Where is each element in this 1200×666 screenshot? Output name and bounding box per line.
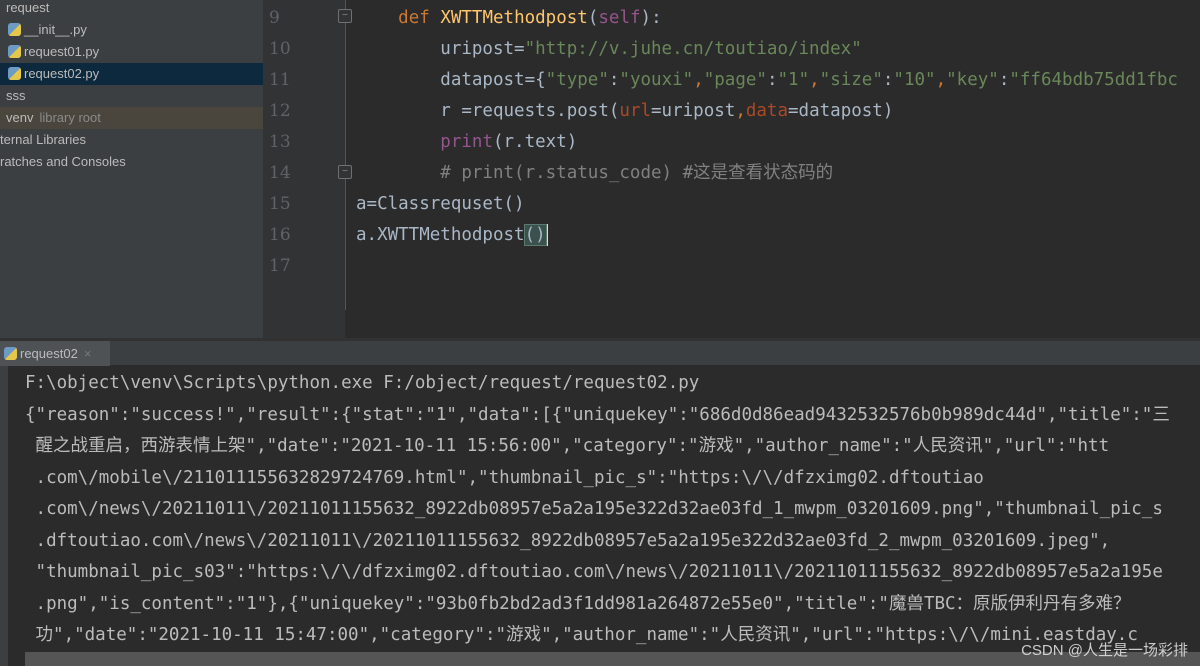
code-line: uripost="http://v.juhe.cn/toutiao/index" xyxy=(356,34,862,65)
code-token: url xyxy=(619,101,652,121)
tree-item[interactable]: request01.py xyxy=(0,41,263,63)
code-token: : xyxy=(882,70,894,90)
line-number: 9 xyxy=(269,8,280,28)
code-editor[interactable]: 9 10 11 12 13 14 15 16 17 − − def XWTTMethodpost… xyxy=(263,0,1200,338)
console-line: {"reason":"success!","result":{"stat":"1… xyxy=(25,404,1170,425)
line-number: 16 xyxy=(269,225,291,245)
code-token: ): xyxy=(640,8,662,28)
code-token: def xyxy=(398,8,441,28)
code-token: a.XWTTMethodpost xyxy=(356,225,525,245)
run-console[interactable]: F:\object\venv\Scripts\python.exe F:/obj… xyxy=(0,366,1200,666)
code-token: , xyxy=(693,70,704,90)
code-token: a=Classrequset() xyxy=(356,194,525,214)
code-token: datapost={ xyxy=(356,70,546,90)
console-line: .com\/news\/20211011\/20211011155632_892… xyxy=(25,499,1163,519)
close-tab-icon[interactable]: × xyxy=(84,346,92,361)
tree-item[interactable]: request xyxy=(0,0,263,19)
code-token: , xyxy=(935,70,947,90)
tree-item-label: ratches and Consoles xyxy=(0,154,126,169)
code-token: "10" xyxy=(893,70,936,90)
python-file-icon xyxy=(8,45,21,58)
tree-item-label: request02.py xyxy=(24,66,100,81)
code-token: "ff64bdb75dd1fbc xyxy=(1009,70,1178,90)
code-token: =datapost) xyxy=(788,101,894,121)
code-line: # print(r.status_code) #这是查看状态码的 xyxy=(356,158,833,189)
code-token: r =requests.post( xyxy=(356,101,620,121)
python-file-icon xyxy=(8,67,21,80)
console-line: .png","is_content":"1"},{"uniquekey":"93… xyxy=(25,593,1131,614)
code-token: () xyxy=(523,224,547,246)
code-token: print xyxy=(440,132,493,152)
code-token: "http://v.juhe.cn/toutiao/index" xyxy=(524,39,862,59)
run-tool-tabbar: request02 × xyxy=(0,341,1200,366)
code-token: # print(r.status_code) #这是查看状态码的 xyxy=(356,163,834,183)
code-line: a=Classrequset() xyxy=(356,189,525,220)
console-line: 功","date":"2021-10-11 15:47:00","categor… xyxy=(25,625,1138,645)
code-token: : xyxy=(998,70,1010,90)
code-token: "size" xyxy=(819,70,883,90)
code-line: datapost={"type":"youxi","page":"1","siz… xyxy=(356,65,1178,96)
code-token: "page" xyxy=(703,70,767,90)
tree-item-label: sss xyxy=(6,88,26,103)
code-token: "key" xyxy=(946,70,999,90)
code-token: =uripost xyxy=(651,101,736,121)
code-token: "youxi" xyxy=(619,70,694,90)
code-token: (r.text) xyxy=(492,132,578,152)
code-token: : xyxy=(766,70,778,90)
tree-item[interactable]: venv library root xyxy=(0,107,263,129)
text-caret xyxy=(545,224,548,246)
fold-guide xyxy=(345,0,346,310)
tree-item[interactable]: __init__.py xyxy=(0,19,263,41)
line-number: 12 xyxy=(269,101,291,121)
console-line: 醒之战重启，西游表情上架","date":"2021-10-11 15:56:0… xyxy=(25,436,1110,456)
line-number: 15 xyxy=(269,194,291,214)
run-tab-label: request02 xyxy=(20,346,78,361)
tree-item[interactable]: request02.py xyxy=(0,63,263,85)
code-token: , xyxy=(735,101,746,121)
tree-item-label: ternal Libraries xyxy=(0,132,86,147)
library-root-hint: library root xyxy=(39,110,101,125)
line-number-gutter: 9 10 11 12 13 14 15 16 17 xyxy=(263,0,345,338)
code-token: , xyxy=(809,70,820,90)
tree-item-label: __init__.py xyxy=(24,22,87,37)
line-number: 17 xyxy=(269,256,291,276)
code-token: data xyxy=(745,101,789,121)
line-number: 14 xyxy=(269,163,291,183)
project-tree: request __init__.py request01.py request02.… xyxy=(0,0,263,338)
code-token: self xyxy=(598,8,641,28)
line-number: 13 xyxy=(269,132,291,152)
code-token: "type" xyxy=(545,70,609,90)
code-token: ( xyxy=(587,8,599,28)
fold-marker-icon[interactable]: − xyxy=(338,9,352,23)
code-line: r =requests.post(url=uripost,data=datapo… xyxy=(356,96,893,127)
tree-item-label: venv xyxy=(6,110,34,125)
tree-item[interactable]: ternal Libraries xyxy=(0,129,263,151)
code-token: XWTTMethodpost xyxy=(440,8,588,28)
console-line: F:\object\venv\Scripts\python.exe F:/obj… xyxy=(25,373,700,393)
code-token: uripost= xyxy=(356,39,525,59)
tree-item[interactable]: sss xyxy=(0,85,263,107)
line-number: 10 xyxy=(269,39,291,59)
python-file-icon xyxy=(8,23,21,36)
code-token: "1" xyxy=(777,70,810,90)
fold-marker-icon[interactable]: − xyxy=(338,165,352,179)
console-line: .dftoutiao.com\/news\/20211011\/20211011… xyxy=(25,530,1111,551)
tree-item-label: request xyxy=(6,0,50,15)
code-line: a.XWTTMethodpost() xyxy=(356,220,548,251)
code-line: def XWTTMethodpost(self): xyxy=(356,3,662,34)
python-icon xyxy=(4,347,17,360)
tree-item-label: request01.py xyxy=(24,44,100,59)
console-toolbar xyxy=(0,366,8,666)
code-line: print(r.text) xyxy=(356,127,577,158)
tree-item[interactable]: ratches and Consoles xyxy=(0,151,263,173)
console-line: .com\/mobile\/211011155632829724769.html… xyxy=(25,467,984,488)
line-number: 11 xyxy=(269,70,291,90)
watermark: CSDN @人生是一场彩排 xyxy=(1021,642,1188,659)
code-token: : xyxy=(608,70,620,90)
run-tab-request02[interactable]: request02 × xyxy=(0,341,110,366)
console-line: "thumbnail_pic_s03":"https:\/\/dfzximg02… xyxy=(25,562,1163,582)
